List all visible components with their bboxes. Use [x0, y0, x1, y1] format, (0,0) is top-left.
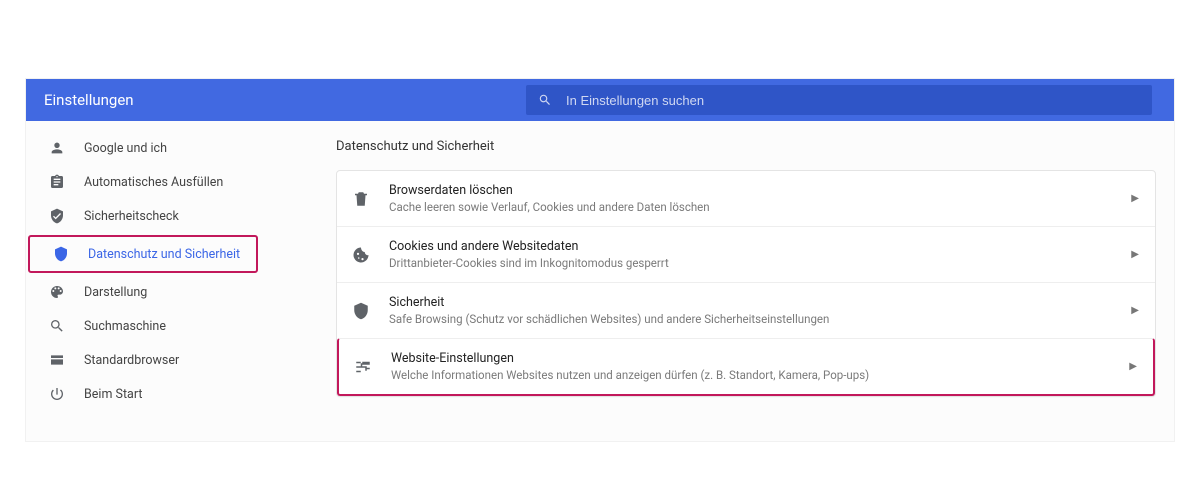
cookie-icon — [351, 246, 371, 264]
row-desc: Cache leeren sowie Verlauf, Cookies und … — [389, 200, 1113, 214]
trash-icon — [351, 190, 371, 208]
sidebar-item-appearance[interactable]: Darstellung — [26, 275, 266, 309]
chevron-right-icon: ▶ — [1129, 361, 1137, 372]
main-panel: Datenschutz und Sicherheit Browserdaten … — [266, 121, 1174, 441]
sidebar-item-label: Sicherheitscheck — [84, 209, 179, 224]
sidebar: Google und ich Automatisches Ausfüllen S… — [26, 121, 266, 441]
sidebar-item-google-and-me[interactable]: Google und ich — [26, 131, 266, 165]
sidebar-item-label: Suchmaschine — [84, 319, 166, 334]
body: Google und ich Automatisches Ausfüllen S… — [26, 121, 1174, 441]
sidebar-item-label: Automatisches Ausfüllen — [84, 175, 223, 190]
shield-icon — [351, 302, 371, 320]
search-wrap — [526, 85, 1174, 115]
row-text: Website-Einstellungen Welche Information… — [391, 351, 1111, 382]
browser-window-icon — [48, 352, 66, 368]
row-title: Browserdaten löschen — [389, 183, 1113, 198]
sidebar-item-search-engine[interactable]: Suchmaschine — [26, 309, 266, 343]
row-desc: Drittanbieter-Cookies sind im Inkognitom… — [389, 256, 1113, 270]
sidebar-item-label: Darstellung — [84, 285, 147, 300]
row-title: Website-Einstellungen — [391, 351, 1111, 366]
search-box[interactable] — [526, 85, 1152, 115]
highlight-box-sidebar: Datenschutz und Sicherheit — [28, 235, 258, 273]
sidebar-item-default-browser[interactable]: Standardbrowser — [26, 343, 266, 377]
search-icon — [538, 93, 552, 107]
row-text: Sicherheit Safe Browsing (Schutz vor sch… — [389, 295, 1113, 326]
clipboard-icon — [48, 174, 66, 190]
row-text: Browserdaten löschen Cache leeren sowie … — [389, 183, 1113, 214]
sidebar-item-autofill[interactable]: Automatisches Ausfüllen — [26, 165, 266, 199]
row-desc: Safe Browsing (Schutz vor schädlichen We… — [389, 312, 1113, 326]
sidebar-item-label: Standardbrowser — [84, 353, 179, 368]
row-text: Cookies und andere Websitedaten Drittanb… — [389, 239, 1113, 270]
row-clear-browsing-data[interactable]: Browserdaten löschen Cache leeren sowie … — [337, 171, 1155, 226]
row-site-settings[interactable]: Website-Einstellungen Welche Information… — [337, 338, 1155, 396]
sidebar-item-privacy-security[interactable]: Datenschutz und Sicherheit — [30, 237, 256, 271]
shield-check-icon — [48, 208, 66, 224]
row-title: Cookies und andere Websitedaten — [389, 239, 1113, 254]
sidebar-item-label: Google und ich — [84, 141, 167, 156]
row-cookies[interactable]: Cookies und andere Websitedaten Drittanb… — [337, 226, 1155, 282]
settings-card: Browserdaten löschen Cache leeren sowie … — [336, 170, 1156, 397]
sidebar-item-safety-check[interactable]: Sicherheitscheck — [26, 199, 266, 233]
sidebar-item-label: Datenschutz und Sicherheit — [88, 247, 240, 262]
app-title: Einstellungen — [26, 91, 526, 109]
section-title: Datenschutz und Sicherheit — [336, 139, 1156, 154]
header-bar: Einstellungen — [26, 79, 1174, 121]
person-icon — [48, 140, 66, 156]
palette-icon — [48, 284, 66, 300]
row-desc: Welche Informationen Websites nutzen und… — [391, 368, 1111, 382]
chevron-right-icon: ▶ — [1131, 249, 1139, 260]
row-title: Sicherheit — [389, 295, 1113, 310]
search-input[interactable] — [566, 93, 1140, 108]
power-icon — [48, 386, 66, 402]
sidebar-item-on-startup[interactable]: Beim Start — [26, 377, 266, 411]
sliders-icon — [353, 358, 373, 376]
shield-icon — [52, 246, 70, 262]
settings-window: Einstellungen Google und ich — [25, 78, 1175, 442]
row-security[interactable]: Sicherheit Safe Browsing (Schutz vor sch… — [337, 282, 1155, 338]
search-icon — [48, 318, 66, 334]
sidebar-item-label: Beim Start — [84, 387, 142, 402]
chevron-right-icon: ▶ — [1131, 193, 1139, 204]
chevron-right-icon: ▶ — [1131, 305, 1139, 316]
